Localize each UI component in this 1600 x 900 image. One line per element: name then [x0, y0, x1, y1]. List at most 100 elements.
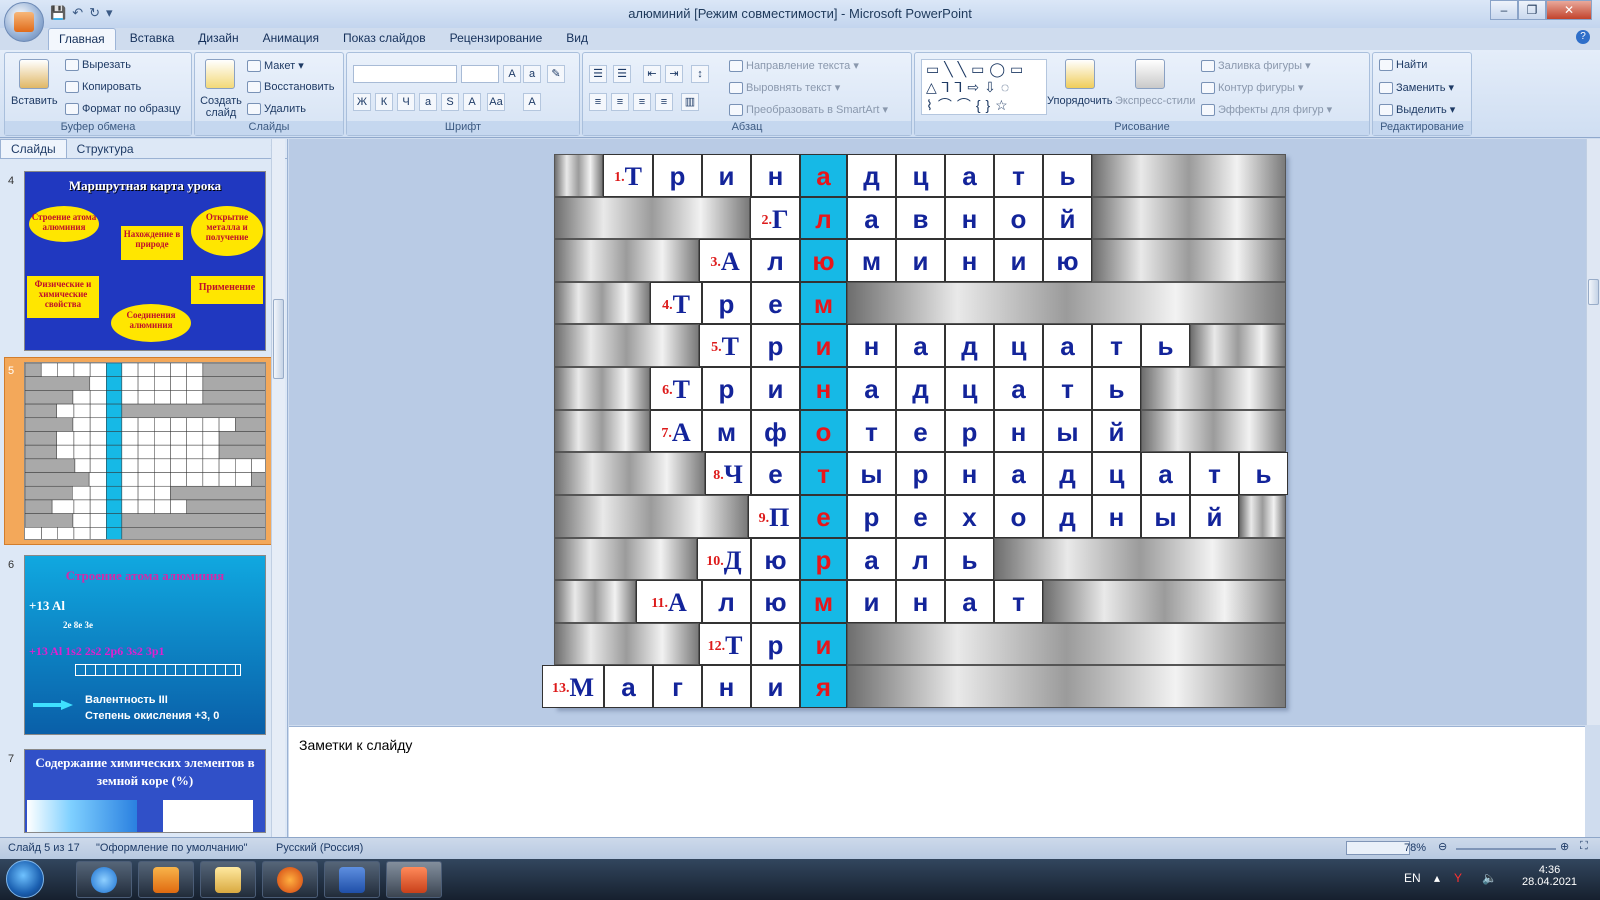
replace-button[interactable]: Заменить ▾: [1379, 81, 1454, 95]
notes-pane[interactable]: Заметки к слайду: [289, 726, 1585, 837]
smartart-button[interactable]: Преобразовать в SmartArt ▾: [729, 103, 888, 117]
taskbar-explorer[interactable]: [200, 861, 256, 898]
slides-panel-scrollbar[interactable]: [271, 139, 285, 837]
tab-review[interactable]: Рецензирование: [440, 28, 553, 50]
start-button[interactable]: [6, 860, 44, 898]
slide-scroll-thumb[interactable]: [1588, 279, 1599, 305]
slide-thumbnail-6[interactable]: Строение атома алюминия +13 Al 2e 8e 3e …: [24, 555, 266, 735]
align-center-icon[interactable]: ≡: [611, 93, 629, 111]
paste-button[interactable]: Вставить: [11, 95, 58, 107]
find-button[interactable]: Найти: [1379, 59, 1427, 72]
help-icon[interactable]: ?: [1576, 30, 1590, 44]
bold-icon[interactable]: Ж: [353, 93, 371, 111]
shadow-icon[interactable]: S: [441, 93, 459, 111]
language-tray[interactable]: EN: [1404, 871, 1421, 885]
new-slide-button[interactable]: Создать слайд: [199, 95, 243, 119]
slide-thumbnail-7[interactable]: Содержание химических элементов в земной…: [24, 749, 266, 833]
taskbar-word[interactable]: [324, 861, 380, 898]
cut-button[interactable]: Вырезать: [65, 59, 131, 72]
mini-cell: [154, 472, 171, 487]
justify-icon[interactable]: ≡: [655, 93, 673, 111]
align-right-icon[interactable]: ≡: [633, 93, 651, 111]
shrink-font-icon[interactable]: a: [523, 65, 541, 83]
taskbar-powerpoint[interactable]: [386, 861, 442, 898]
change-case-icon[interactable]: Aa: [487, 93, 505, 111]
slide-thumbnail-4[interactable]: Маршрутная карта урока Строение атома ал…: [24, 171, 266, 351]
font-size-combo[interactable]: [461, 65, 499, 83]
quick-styles-button[interactable]: Экспресс-стили: [1115, 95, 1195, 107]
language-indicator[interactable]: Русский (Россия): [276, 842, 363, 854]
current-slide[interactable]: 1.Т р и н а д ц а т ь 2.Г л а в н о й 3.А л ю м и н и ю 4.Т р е м 5.Т…: [542, 154, 1288, 708]
taskbar-ie[interactable]: [76, 861, 132, 898]
yandex-icon[interactable]: Y: [1454, 871, 1462, 885]
zoom-out-icon[interactable]: ⊖: [1438, 840, 1447, 853]
select-button[interactable]: Выделить ▾: [1379, 103, 1455, 117]
underline-icon[interactable]: Ч: [397, 93, 415, 111]
volume-icon[interactable]: 🔈: [1482, 871, 1497, 885]
redo-icon[interactable]: ↻: [89, 5, 100, 21]
copy-button[interactable]: Копировать: [65, 81, 141, 94]
shape-effects-button[interactable]: Эффекты для фигур ▾: [1201, 103, 1332, 117]
zoom-slider[interactable]: [1456, 848, 1556, 850]
numbering-icon[interactable]: ☰: [613, 65, 631, 83]
arrange-icon[interactable]: [1065, 59, 1095, 89]
tab-design[interactable]: Дизайн: [188, 28, 248, 50]
close-button[interactable]: ✕: [1546, 0, 1592, 20]
line-spacing-icon[interactable]: ↕: [691, 65, 709, 83]
format-painter-button[interactable]: Формат по образцу: [65, 103, 181, 116]
zoom-in-icon[interactable]: ⊕: [1560, 840, 1569, 853]
taskbar-firefox[interactable]: [262, 861, 318, 898]
mini-cell: [202, 376, 265, 391]
slides-panel-scroll-thumb[interactable]: [273, 299, 284, 379]
increase-indent-icon[interactable]: ⇥: [665, 65, 683, 83]
zoom-level[interactable]: 78%: [1404, 842, 1426, 854]
fit-window-icon[interactable]: ⛶: [1580, 840, 1588, 853]
clock[interactable]: 4:36 28.04.2021: [1522, 864, 1577, 888]
shape-outline-button[interactable]: Контур фигуры ▾: [1201, 81, 1304, 95]
mini-cell: [121, 513, 265, 528]
tray-expand-icon[interactable]: ▴: [1434, 871, 1440, 885]
tab-view[interactable]: Вид: [556, 28, 598, 50]
spacing-icon[interactable]: A: [463, 93, 481, 111]
taskbar-media-player[interactable]: [138, 861, 194, 898]
customize-qat-icon[interactable]: ▾: [106, 5, 113, 21]
quick-styles-icon[interactable]: [1135, 59, 1165, 89]
theme-name[interactable]: "Оформление по умолчанию": [96, 842, 248, 854]
tab-home[interactable]: Главная: [48, 28, 116, 50]
minimize-button[interactable]: –: [1490, 0, 1518, 20]
clue-number: 8.: [713, 468, 724, 484]
delete-button[interactable]: Удалить: [247, 103, 306, 116]
reset-button[interactable]: Восстановить: [247, 81, 334, 94]
tab-slideshow[interactable]: Показ слайдов: [333, 28, 436, 50]
layout-button[interactable]: Макет ▾: [247, 59, 304, 73]
columns-icon[interactable]: ▥: [681, 93, 699, 111]
crossword-cell: й: [1092, 409, 1141, 453]
clear-format-icon[interactable]: ✎: [547, 65, 565, 83]
align-left-icon[interactable]: ≡: [589, 93, 607, 111]
decrease-indent-icon[interactable]: ⇤: [643, 65, 661, 83]
shape-fill-button[interactable]: Заливка фигуры ▾: [1201, 59, 1311, 73]
new-slide-icon[interactable]: [205, 59, 235, 89]
shapes-gallery[interactable]: ▭╲╲▭◯▭ △⅂⅂⇨⇩◌ ⌇⌒⌒{}☆: [921, 59, 1047, 115]
font-color-icon[interactable]: A: [523, 93, 541, 111]
office-button[interactable]: [4, 2, 44, 42]
tab-outline[interactable]: Структура: [67, 140, 144, 158]
slide-scrollbar[interactable]: [1586, 139, 1600, 725]
slide-thumbnail-5[interactable]: [24, 362, 266, 540]
italic-icon[interactable]: К: [375, 93, 393, 111]
align-text-button[interactable]: Выровнять текст ▾: [729, 81, 840, 95]
paste-icon[interactable]: [19, 59, 49, 89]
strikethrough-icon[interactable]: a: [419, 93, 437, 111]
tab-slides[interactable]: Слайды: [0, 139, 67, 158]
tab-animation[interactable]: Анимация: [253, 28, 329, 50]
undo-icon[interactable]: ↶: [72, 5, 83, 21]
font-name-combo[interactable]: [353, 65, 457, 83]
grow-font-icon[interactable]: A: [503, 65, 521, 83]
bullets-icon[interactable]: ☰: [589, 65, 607, 83]
view-buttons[interactable]: [1346, 841, 1410, 855]
restore-button[interactable]: ❐: [1518, 0, 1546, 20]
text-direction-button[interactable]: Направление текста ▾: [729, 59, 859, 73]
arrange-button[interactable]: Упорядочить: [1047, 95, 1112, 107]
tab-insert[interactable]: Вставка: [120, 28, 185, 50]
save-icon[interactable]: 💾: [50, 5, 66, 21]
